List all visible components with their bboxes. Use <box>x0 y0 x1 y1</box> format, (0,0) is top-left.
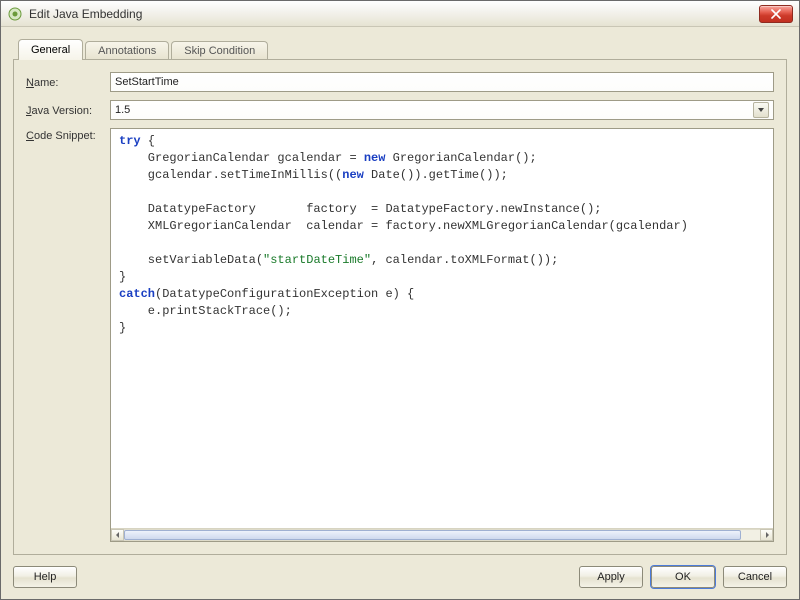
help-button[interactable]: Help <box>13 566 77 588</box>
row-name: Name: <box>26 72 774 92</box>
java-version-select[interactable]: 1.5 <box>110 100 774 120</box>
apply-button[interactable]: Apply <box>579 566 643 588</box>
dialog-window: Edit Java Embedding General Annotations … <box>0 0 800 600</box>
code-snippet-box: try { GregorianCalendar gcalendar = new … <box>110 128 774 542</box>
dialog-button-row: Help Apply OK Cancel <box>1 555 799 599</box>
tabpage-general: Name: Java Version: 1.5 <box>13 59 787 555</box>
close-button[interactable] <box>759 5 793 23</box>
row-code-snippet: Code Snippet: try { GregorianCalendar gc… <box>26 128 774 542</box>
app-icon <box>7 6 23 22</box>
label-java-version: Java Version: <box>26 103 104 117</box>
scrollbar-thumb[interactable] <box>124 530 741 540</box>
tab-annotations[interactable]: Annotations <box>85 41 169 60</box>
scrollbar-track[interactable] <box>124 529 760 541</box>
scroll-right-button[interactable] <box>760 529 773 541</box>
button-label: Cancel <box>738 571 772 583</box>
dialog-body: General Annotations Skip Condition Name: <box>1 27 799 555</box>
row-java-version: Java Version: 1.5 <box>26 100 774 120</box>
cancel-button[interactable]: Cancel <box>723 566 787 588</box>
tab-general[interactable]: General <box>18 39 83 60</box>
label-code-snippet: Code Snippet: <box>26 128 104 142</box>
tab-skip-condition[interactable]: Skip Condition <box>171 41 268 60</box>
window-title: Edit Java Embedding <box>29 7 753 21</box>
name-input[interactable] <box>110 72 774 92</box>
horizontal-scrollbar[interactable] <box>111 528 773 541</box>
tab-label: Skip Condition <box>184 45 255 57</box>
titlebar[interactable]: Edit Java Embedding <box>1 1 799 27</box>
label-name: Name: <box>26 75 104 89</box>
button-label: Apply <box>597 571 625 583</box>
tab-label: General <box>31 44 70 56</box>
code-snippet-textarea[interactable]: try { GregorianCalendar gcalendar = new … <box>111 129 773 528</box>
select-value: 1.5 <box>115 104 130 116</box>
button-label: OK <box>675 571 691 583</box>
button-label: Help <box>34 571 57 583</box>
tab-label: Annotations <box>98 45 156 57</box>
chevron-down-icon <box>753 102 769 118</box>
tabstrip: General Annotations Skip Condition <box>18 37 787 59</box>
ok-button[interactable]: OK <box>651 566 715 588</box>
scroll-left-button[interactable] <box>111 529 124 541</box>
